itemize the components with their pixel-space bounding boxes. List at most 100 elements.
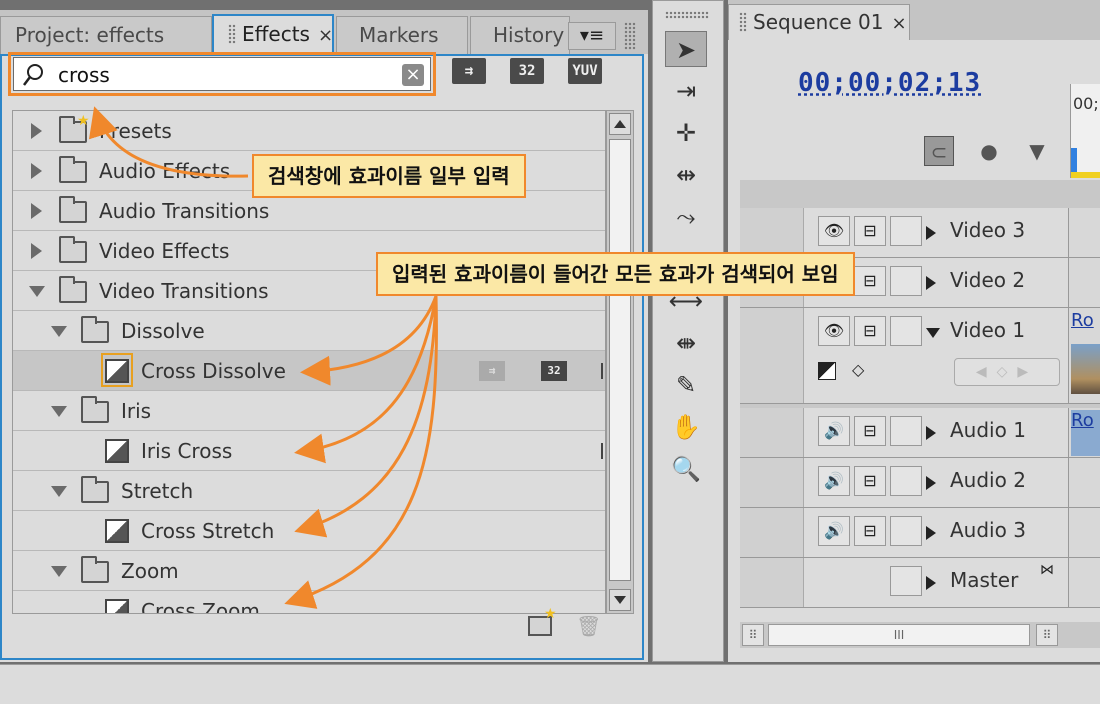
tree-effect-cross-dissolve[interactable]: Cross Dissolve ⇉ 32 [13, 351, 605, 391]
hscroll-thumb[interactable]: III [768, 624, 1030, 646]
search-box[interactable]: × [13, 57, 431, 91]
sync-lock-icon[interactable]: ⊟ [854, 466, 886, 496]
track-target-column[interactable] [740, 208, 804, 257]
clip-thumbnail[interactable] [1071, 344, 1100, 394]
track-lock-icon[interactable] [890, 566, 922, 596]
slip-tool-icon[interactable]: ⇼ [665, 325, 707, 361]
set-encore-marker-icon[interactable]: ● [974, 136, 1004, 166]
tree-effect-cross-zoom[interactable]: Cross Zoom [13, 591, 605, 613]
clip-label[interactable]: Ro [1071, 410, 1100, 431]
panel-grip-icon[interactable] [624, 22, 636, 50]
collapse-triangle-icon[interactable] [51, 406, 67, 417]
tab-markers[interactable]: Markers [336, 16, 468, 54]
tab-grip-icon[interactable] [739, 12, 747, 32]
track-audio-2[interactable]: 🔊 ⊟ Audio 2 [740, 458, 1100, 508]
tree-folder-dissolve[interactable]: Dissolve [13, 311, 605, 351]
expand-triangle-icon[interactable] [31, 203, 42, 219]
tab-sequence-01[interactable]: Sequence 01 × [728, 4, 910, 40]
track-target-column[interactable] [740, 408, 804, 457]
panel-menu-button[interactable]: ▾≡ [568, 22, 616, 50]
collapse-triangle-icon[interactable] [51, 326, 67, 337]
clip-column[interactable]: Ro [1068, 408, 1100, 457]
expand-triangle-icon[interactable] [31, 243, 42, 259]
keyframe-icon[interactable]: ◇ [852, 360, 864, 379]
expand-triangle-icon[interactable] [31, 123, 42, 139]
tree-folder-zoom[interactable]: Zoom [13, 551, 605, 591]
close-tab-icon[interactable]: × [891, 13, 906, 34]
tree-effect-iris-cross[interactable]: Iris Cross [13, 431, 605, 471]
hscroll-left-grip[interactable]: ⠿ [742, 624, 764, 646]
expand-track-icon[interactable] [926, 276, 936, 290]
tree-folder-iris[interactable]: Iris [13, 391, 605, 431]
expand-track-icon[interactable] [926, 476, 936, 490]
32bit-effects-button[interactable]: 32 [510, 58, 544, 84]
clip-column[interactable]: Ro [1068, 308, 1100, 403]
track-video-3[interactable]: 👁 ⊟ Video 3 [740, 208, 1100, 258]
selection-tool-icon[interactable]: ➤ [665, 31, 707, 67]
hscroll-right-grip[interactable]: ⠿ [1036, 624, 1058, 646]
speaker-icon[interactable]: 🔊 [818, 416, 850, 446]
track-master[interactable]: Master ⋈ [740, 558, 1100, 608]
eye-icon[interactable]: 👁 [818, 216, 850, 246]
rate-stretch-tool-icon[interactable]: ⤳ [665, 199, 707, 235]
clip-column[interactable] [1068, 208, 1100, 257]
track-lock-icon[interactable] [890, 216, 922, 246]
sync-lock-icon[interactable]: ⊟ [854, 416, 886, 446]
track-lock-icon[interactable] [890, 266, 922, 296]
tab-grip-icon[interactable] [228, 24, 236, 44]
tab-effects[interactable]: Effects × [212, 14, 334, 54]
accelerated-effects-button[interactable]: ⇉ [452, 58, 486, 84]
pen-tool-icon[interactable]: ✎ [665, 367, 707, 403]
eye-icon[interactable]: 👁 [818, 316, 850, 346]
tree-folder-presets[interactable]: ★ Presets [13, 111, 605, 151]
new-custom-bin-icon[interactable]: ★ [528, 606, 557, 636]
tree-folder-stretch[interactable]: Stretch [13, 471, 605, 511]
time-ruler[interactable]: 00; [1070, 84, 1100, 178]
expand-triangle-icon[interactable] [31, 163, 42, 179]
close-tab-icon[interactable]: × [318, 25, 332, 46]
track-target-column[interactable] [740, 508, 804, 557]
master-width-icon[interactable]: ⋈ [1040, 562, 1054, 578]
clip-column[interactable] [1068, 558, 1100, 607]
clip-column[interactable] [1068, 458, 1100, 507]
collapse-track-icon[interactable] [926, 328, 940, 338]
search-input[interactable] [58, 60, 388, 90]
keyframe-navigator[interactable]: ◀◇▶ [954, 358, 1060, 386]
expand-track-icon[interactable] [926, 226, 936, 240]
tree-scrollbar[interactable] [606, 110, 634, 614]
track-lock-icon[interactable] [890, 316, 922, 346]
expand-track-icon[interactable] [926, 526, 936, 540]
tools-grip-icon[interactable] [665, 11, 709, 19]
scroll-thumb[interactable] [609, 139, 631, 581]
sync-lock-icon[interactable]: ⊟ [854, 216, 886, 246]
zoom-tool-icon[interactable]: 🔍 [665, 451, 707, 487]
snap-icon[interactable]: ⊂ [924, 136, 954, 166]
collapse-triangle-icon[interactable] [29, 286, 45, 297]
expand-track-icon[interactable] [926, 426, 936, 440]
speaker-icon[interactable]: 🔊 [818, 516, 850, 546]
timeline-hscrollbar[interactable]: ⠿ III ⠿ [740, 622, 1100, 648]
ripple-edit-tool-icon[interactable]: ✛ [665, 115, 707, 151]
track-target-column[interactable] [740, 458, 804, 507]
trash-icon[interactable]: 🗑 [576, 614, 601, 638]
tree-effect-cross-stretch[interactable]: Cross Stretch [13, 511, 605, 551]
playhead-marker[interactable] [1071, 148, 1077, 172]
clear-search-icon[interactable]: × [402, 64, 424, 86]
collapse-triangle-icon[interactable] [51, 486, 67, 497]
display-style-icon[interactable] [818, 362, 836, 380]
yuv-effects-button[interactable]: YUV [568, 58, 602, 84]
track-lock-icon[interactable] [890, 516, 922, 546]
playhead-timecode[interactable]: 00;00;02;13 [798, 68, 981, 98]
sync-lock-icon[interactable]: ⊟ [854, 516, 886, 546]
track-audio-3[interactable]: 🔊 ⊟ Audio 3 [740, 508, 1100, 558]
work-area-bar[interactable] [1071, 172, 1100, 178]
expand-track-icon[interactable] [926, 576, 936, 590]
track-target-column[interactable] [740, 558, 804, 607]
tab-history[interactable]: History [470, 16, 570, 54]
tab-project[interactable]: Project: effects [0, 16, 212, 54]
track-lock-icon[interactable] [890, 416, 922, 446]
track-target-column[interactable] [740, 308, 804, 403]
clip-column[interactable] [1068, 508, 1100, 557]
rolling-edit-tool-icon[interactable]: ⇹ [665, 157, 707, 193]
scroll-up-icon[interactable] [609, 113, 631, 135]
